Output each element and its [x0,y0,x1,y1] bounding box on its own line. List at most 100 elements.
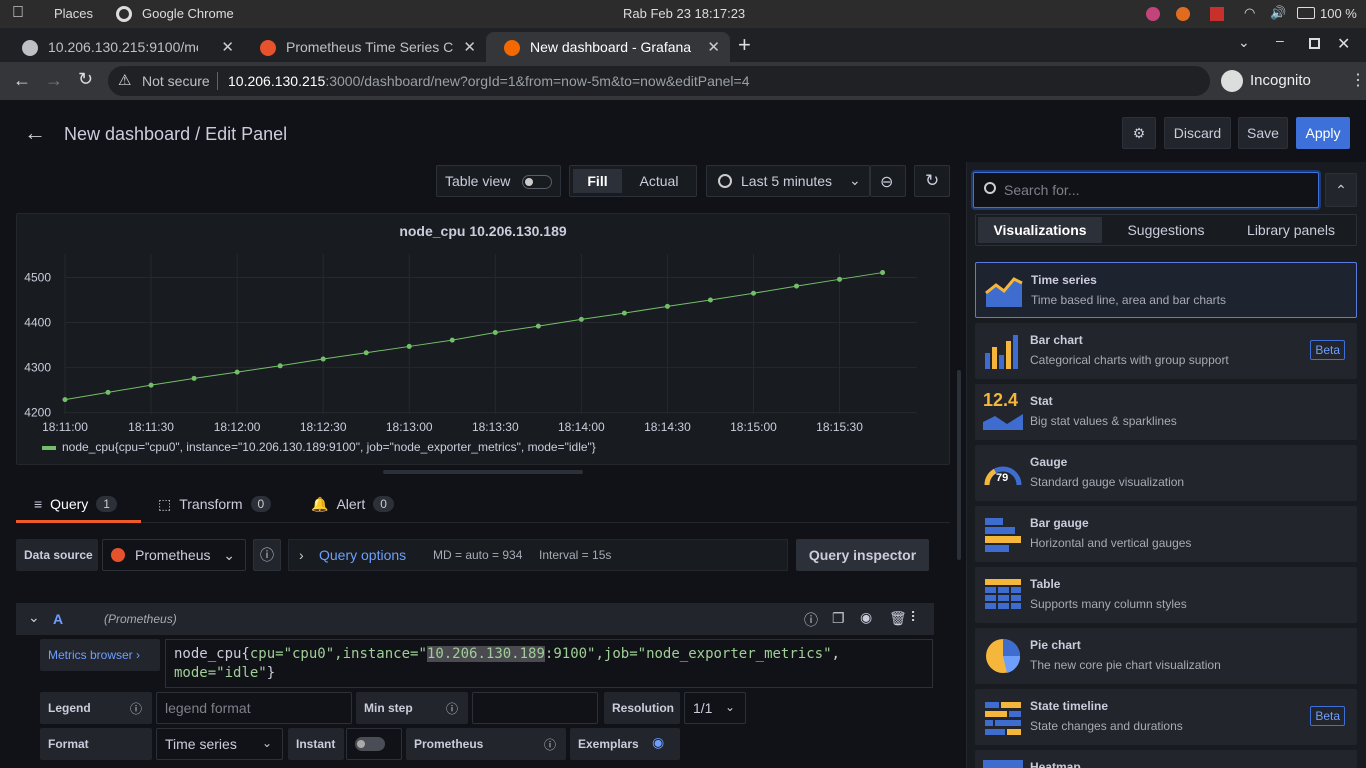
x-tick-label: 18:11:30 [128,420,174,434]
help-button[interactable]: ⓘ [253,539,281,571]
query-row-header[interactable]: ⌄ A (Prometheus) ⓘ ❐ ◉ 🗑 ⠇ [16,603,934,635]
os-places-menu[interactable]: Places [54,6,93,21]
menu-kebab-icon[interactable]: ⋮ [1350,70,1366,90]
format-select[interactable]: Time series ⌄ [156,728,283,760]
info-icon[interactable]: ⓘ [446,700,458,717]
url-text[interactable]: 10.206.130.215:3000/dashboard/new?orgId=… [228,73,750,89]
help-icon[interactable]: ⓘ [804,610,818,630]
toggle-switch[interactable] [522,175,552,189]
legend-item[interactable]: node_cpu{cpu="cpu0", instance="10.206.13… [42,440,596,454]
viz-table[interactable]: Table Supports many column styles [975,567,1357,623]
collapse-pane-button[interactable]: ⌃ [1325,173,1357,207]
tab-search-icon[interactable]: ⌄ [1238,34,1250,51]
panel-resize-handle[interactable] [383,470,583,474]
collapse-icon[interactable]: ⌄ [28,609,40,626]
eye-icon[interactable]: ◉ [860,609,872,626]
new-tab-icon[interactable]: + [738,32,751,58]
legend-format-input[interactable]: legend format [156,692,352,724]
wifi-icon[interactable]: ◠ [1244,5,1255,21]
refresh-button[interactable]: ↻ [914,165,950,197]
warning-icon[interactable]: ⚠ [118,71,131,89]
browser-tab[interactable]: Prometheus Time Series C ✕ [242,32,486,62]
tab-library-panels[interactable]: Library panels [1232,217,1350,243]
not-secure-label[interactable]: Not secure [142,73,210,89]
min-step-input[interactable] [472,692,598,724]
fill-button[interactable]: Fill [573,169,622,193]
tab-query[interactable]: ≡ Query 1 [34,485,117,523]
tab-visualizations[interactable]: Visualizations [978,217,1102,243]
time-range-picker[interactable]: Last 5 minutes ⌄ [706,165,870,197]
instant-toggle[interactable] [346,728,402,760]
minimize-icon[interactable]: – [1276,32,1284,48]
apply-button[interactable]: Apply [1296,117,1350,149]
tray-icon[interactable] [1210,7,1224,21]
back-icon[interactable]: ← [13,70,31,91]
scrollbar[interactable] [957,370,961,560]
viz-pie-chart[interactable]: Pie chart The new core pie chart visuali… [975,628,1357,684]
table-view-toggle[interactable]: Table view [436,165,561,197]
volume-icon[interactable]: 🔊 [1270,5,1286,21]
info-icon[interactable]: ⓘ [130,700,142,717]
viz-bar-chart[interactable]: Bar chart Categorical charts with group … [975,323,1357,379]
chevron-right-icon: › [136,648,141,662]
os-clock[interactable]: Rab Feb 23 18:17:23 [623,6,745,21]
search-input[interactable]: Search for... [1004,182,1079,198]
bar-gauge-icon [985,518,1021,552]
actual-button[interactable]: Actual [628,169,690,193]
incognito-label[interactable]: Incognito [1250,72,1311,89]
discard-button[interactable]: Discard [1164,117,1231,149]
duplicate-icon[interactable]: ❐ [832,610,845,627]
url-input[interactable]: ⚠ Not secure 10.206.130.215:3000/dashboa… [108,66,1210,96]
viz-time-series[interactable]: Time series Time based line, area and ba… [975,262,1357,318]
viz-search-box[interactable]: Search for... [973,172,1319,208]
trash-icon[interactable]: 🗑 [889,610,907,627]
browser-tab-active[interactable]: New dashboard - Grafana ✕ [486,32,730,62]
eye-icon[interactable]: ◉ [652,734,664,751]
expr-token: node_cpu{ [174,646,250,662]
battery-icon[interactable] [1297,7,1315,19]
resolution-select[interactable]: 1/1 ⌄ [684,692,746,724]
settings-button[interactable]: ⚙ [1122,117,1156,149]
forward-icon[interactable]: → [45,70,63,91]
viz-stat[interactable]: 12.4 Stat Big stat values & sparklines [975,384,1357,440]
viz-state-timeline[interactable]: State timeline State changes and duratio… [975,689,1357,745]
database-icon: ≡ [34,496,43,512]
globe-icon [22,40,38,56]
apple-icon[interactable]:  [12,4,24,22]
viz-gauge[interactable]: 79 Gauge Standard gauge visualization [975,445,1357,501]
tab-suggestions[interactable]: Suggestions [1108,217,1224,243]
query-options-label[interactable]: Query options [319,547,406,563]
tray-icon[interactable] [1176,7,1190,21]
save-button[interactable]: Save [1238,117,1288,149]
metrics-browser-button[interactable]: Metrics browser › [40,639,160,671]
query-letter[interactable]: A [53,611,63,627]
tray-icon[interactable] [1146,7,1160,21]
expr-token: , [831,646,840,662]
info-icon[interactable]: ⓘ [544,736,556,753]
query-options-bar[interactable]: › Query options MD = auto = 934 Interval… [288,539,788,571]
viz-bar-gauge[interactable]: Bar gauge Horizontal and vertical gauges [975,506,1357,562]
tab-transform[interactable]: ⬚ Transform 0 [158,485,272,523]
query-expression-editor[interactable]: node_cpu{cpu="cpu0",instance="10.206.130… [165,639,933,688]
drag-handle-icon[interactable]: ⠇ [910,609,920,626]
close-tab-icon[interactable]: ✕ [707,38,720,56]
reload-icon[interactable]: ↻ [78,69,93,90]
browser-tab[interactable]: 10.206.130.215:9100/metr ✕ [4,32,244,62]
viz-heatmap[interactable]: Heatmap [975,750,1357,768]
back-arrow-icon[interactable]: ← [24,120,46,146]
close-tab-icon[interactable]: ✕ [221,38,234,56]
close-window-icon[interactable]: ✕ [1337,34,1350,54]
url-path: :3000/dashboard/new?orgId=1&from=now-5m&… [325,73,750,89]
close-tab-icon[interactable]: ✕ [463,38,476,56]
zoom-out-button[interactable]: ⊖ [870,165,906,197]
viz-title: Stat [1030,394,1053,408]
viz-title: Gauge [1030,455,1068,469]
tab-alert[interactable]: 🔔 Alert 0 [311,485,394,523]
maximize-icon[interactable] [1309,38,1320,49]
fill-actual-group: Fill Actual [569,165,697,197]
incognito-icon[interactable] [1221,70,1243,92]
os-app-menu[interactable]: Google Chrome [142,6,234,21]
data-source-select[interactable]: Prometheus ⌄ [102,539,246,571]
query-inspector-button[interactable]: Query inspector [796,539,929,571]
time-series-chart[interactable]: 4200 4300 4400 4500 18:11:00 18:11:30 18:12:00… [17,214,949,464]
